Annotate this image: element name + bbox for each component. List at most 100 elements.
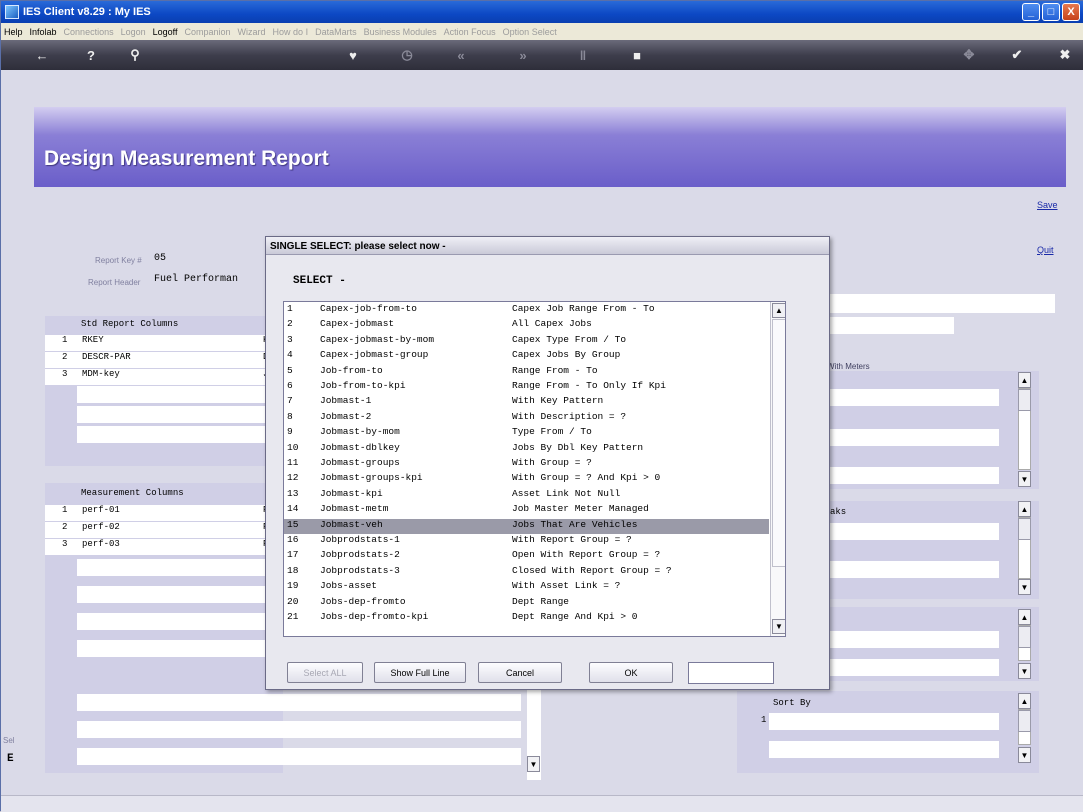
list-item[interactable]: 13 Jobmast-kpi Asset Link Not Null: [284, 488, 769, 503]
header-field-ext-2[interactable]: [821, 317, 954, 334]
measurement-column-row[interactable]: 3 perf-03 P: [45, 539, 283, 555]
select-all-button[interactable]: Select ALL: [287, 662, 363, 683]
close-window-button[interactable]: X: [1062, 3, 1080, 21]
middle-list-scroll-down-icon[interactable]: ▼: [527, 756, 540, 772]
measurement-empty-row-wide[interactable]: [77, 748, 521, 765]
pause-icon[interactable]: ‖: [575, 47, 591, 63]
sort-by-row[interactable]: [769, 741, 999, 758]
minimize-button[interactable]: _: [1022, 3, 1040, 21]
menu-how-do-i[interactable]: How do I: [273, 27, 309, 37]
menu-datamarts[interactable]: DataMarts: [315, 27, 357, 37]
menu-wizard[interactable]: Wizard: [238, 27, 266, 37]
list-item[interactable]: 9 Jobmast-by-mom Type From / To: [284, 426, 769, 441]
std-column-num: 1: [62, 335, 68, 345]
expand-icon[interactable]: ✥: [961, 47, 977, 63]
report-key-value[interactable]: 05: [154, 253, 166, 264]
menu-action-focus[interactable]: Action Focus: [444, 27, 496, 37]
close-icon[interactable]: ✖: [1057, 47, 1073, 63]
stop-icon[interactable]: ■: [629, 47, 645, 63]
std-column-empty-row[interactable]: [77, 406, 267, 423]
measurement-empty-row[interactable]: [77, 559, 267, 576]
list-item[interactable]: 14 Jobmast-metm Job Master Meter Managed: [284, 503, 769, 518]
save-link[interactable]: Save: [1037, 200, 1058, 210]
sort-by-scroll-thumb[interactable]: [1018, 710, 1031, 732]
list-item[interactable]: 11 Jobmast-groups With Group = ?: [284, 457, 769, 472]
list-item-number: 2: [287, 318, 293, 330]
right-panel-1-scroll-down-icon[interactable]: ▼: [1018, 471, 1031, 487]
maximize-button[interactable]: □: [1042, 3, 1060, 21]
list-item[interactable]: 7 Jobmast-1 With Key Pattern: [284, 395, 769, 410]
listbox-scroll-thumb[interactable]: [772, 319, 785, 567]
search-icon[interactable]: ⚲: [127, 47, 143, 63]
check-icon[interactable]: ✔: [1009, 47, 1025, 63]
std-column-row[interactable]: 2 DESCR-PAR D: [45, 352, 283, 368]
menu-logon[interactable]: Logon: [121, 27, 146, 37]
dialog-input-field[interactable]: [688, 662, 774, 684]
right-panel-1-scroll-up-icon[interactable]: ▲: [1018, 372, 1031, 388]
list-item[interactable]: 8 Jobmast-2 With Description = ?: [284, 411, 769, 426]
list-item[interactable]: 12 Jobmast-groups-kpi With Group = ? And K…: [284, 472, 769, 487]
measurement-empty-row[interactable]: [77, 640, 267, 657]
list-item[interactable]: 15 Jobmast-veh Jobs That Are Vehicles: [284, 518, 769, 534]
sort-by-scroll-down-icon[interactable]: ▼: [1018, 747, 1031, 763]
list-item[interactable]: 4 Capex-jobmast-group Capex Jobs By Group: [284, 349, 769, 364]
list-item-number: 20: [287, 595, 299, 607]
show-full-line-button[interactable]: Show Full Line: [374, 662, 466, 683]
breaks-scroll-down-icon[interactable]: ▼: [1018, 579, 1031, 595]
sort-by-scroll-up-icon[interactable]: ▲: [1018, 693, 1031, 709]
right-panel-3-scroll-down-icon[interactable]: ▼: [1018, 663, 1031, 679]
quit-link[interactable]: Quit: [1037, 245, 1054, 255]
list-item[interactable]: 20 Jobs-dep-fromto Dept Range: [284, 596, 769, 611]
clock-icon[interactable]: ◷: [399, 47, 415, 63]
menu-connections[interactable]: Connections: [64, 27, 114, 37]
back-arrow-icon[interactable]: ←: [29, 47, 55, 63]
menu-help[interactable]: Help: [4, 27, 23, 37]
menu-option-select[interactable]: Option Select: [503, 27, 557, 37]
breaks-scroll-thumb[interactable]: [1018, 518, 1031, 540]
listbox-scroll-down-icon[interactable]: ▼: [772, 619, 785, 634]
std-column-row[interactable]: 3 MDM-key J: [45, 369, 283, 385]
list-item[interactable]: 19 Jobs-asset With Asset Link = ?: [284, 580, 769, 595]
list-item[interactable]: 6 Job-from-to-kpi Range From - To Only If …: [284, 380, 769, 395]
std-column-empty-row[interactable]: [77, 386, 267, 403]
list-item[interactable]: 3 Capex-jobmast-by-mom Capex Type From / T…: [284, 334, 769, 349]
right-panel-1-scroll-thumb[interactable]: [1018, 389, 1031, 411]
menu-logoff[interactable]: Logoff: [153, 27, 178, 37]
measurement-empty-row-wide[interactable]: [77, 694, 521, 711]
cancel-button[interactable]: Cancel: [478, 662, 562, 683]
report-header-value[interactable]: Fuel Performan: [154, 274, 238, 285]
list-item[interactable]: 1 Capex-job-from-to Capex Job Range From -…: [284, 303, 769, 318]
breaks-scroll-up-icon[interactable]: ▲: [1018, 501, 1031, 517]
rewind-icon[interactable]: «: [453, 47, 469, 63]
sort-by-row[interactable]: [769, 713, 999, 730]
std-column-empty-row[interactable]: [77, 426, 267, 443]
list-item-key: Jobmast-1: [320, 395, 372, 407]
right-panel-3-scroll-thumb[interactable]: [1018, 626, 1031, 648]
right-panel-3-scroll-up-icon[interactable]: ▲: [1018, 609, 1031, 625]
menu-business-modules[interactable]: Business Modules: [364, 27, 437, 37]
list-item[interactable]: 17 Jobprodstats-2 Open With Report Group =…: [284, 549, 769, 564]
list-item[interactable]: 21 Jobs-dep-fromto-kpi Dept Range And Kpi …: [284, 611, 769, 626]
list-item-key: Jobprodstats-1: [320, 534, 400, 545]
list-item[interactable]: 16 Jobprodstats-1 With Report Group = ?: [284, 534, 769, 549]
measurement-empty-row-wide[interactable]: [77, 721, 521, 738]
measurement-empty-row[interactable]: [77, 613, 267, 630]
listbox-scroll-up-icon[interactable]: ▲: [772, 303, 785, 318]
menu-companion[interactable]: Companion: [185, 27, 231, 37]
std-column-row[interactable]: 1 RKEY K: [45, 335, 283, 351]
menu-infolab[interactable]: Infolab: [30, 27, 57, 37]
ok-button[interactable]: OK: [589, 662, 673, 683]
measurement-empty-row[interactable]: [77, 586, 267, 603]
heart-icon[interactable]: ♥: [345, 47, 361, 63]
list-item[interactable]: 18 Jobprodstats-3 Closed With Report Group…: [284, 565, 769, 580]
list-item[interactable]: 10 Jobmast-dblkey Jobs By Dbl Key Pattern: [284, 442, 769, 457]
list-item[interactable]: 2 Capex-jobmast All Capex Jobs: [284, 318, 769, 333]
listbox-scrollbar[interactable]: ▲ ▼: [770, 302, 785, 636]
select-listbox[interactable]: 1 Capex-job-from-to Capex Job Range From -…: [283, 301, 786, 637]
header-field-ext[interactable]: [821, 294, 1055, 313]
help-icon[interactable]: ?: [83, 47, 99, 63]
measurement-column-row[interactable]: 2 perf-02 P: [45, 522, 283, 538]
measurement-column-row[interactable]: 1 perf-01 P: [45, 505, 283, 521]
forward-icon[interactable]: »: [515, 47, 531, 63]
list-item[interactable]: 5 Job-from-to Range From - To: [284, 365, 769, 380]
